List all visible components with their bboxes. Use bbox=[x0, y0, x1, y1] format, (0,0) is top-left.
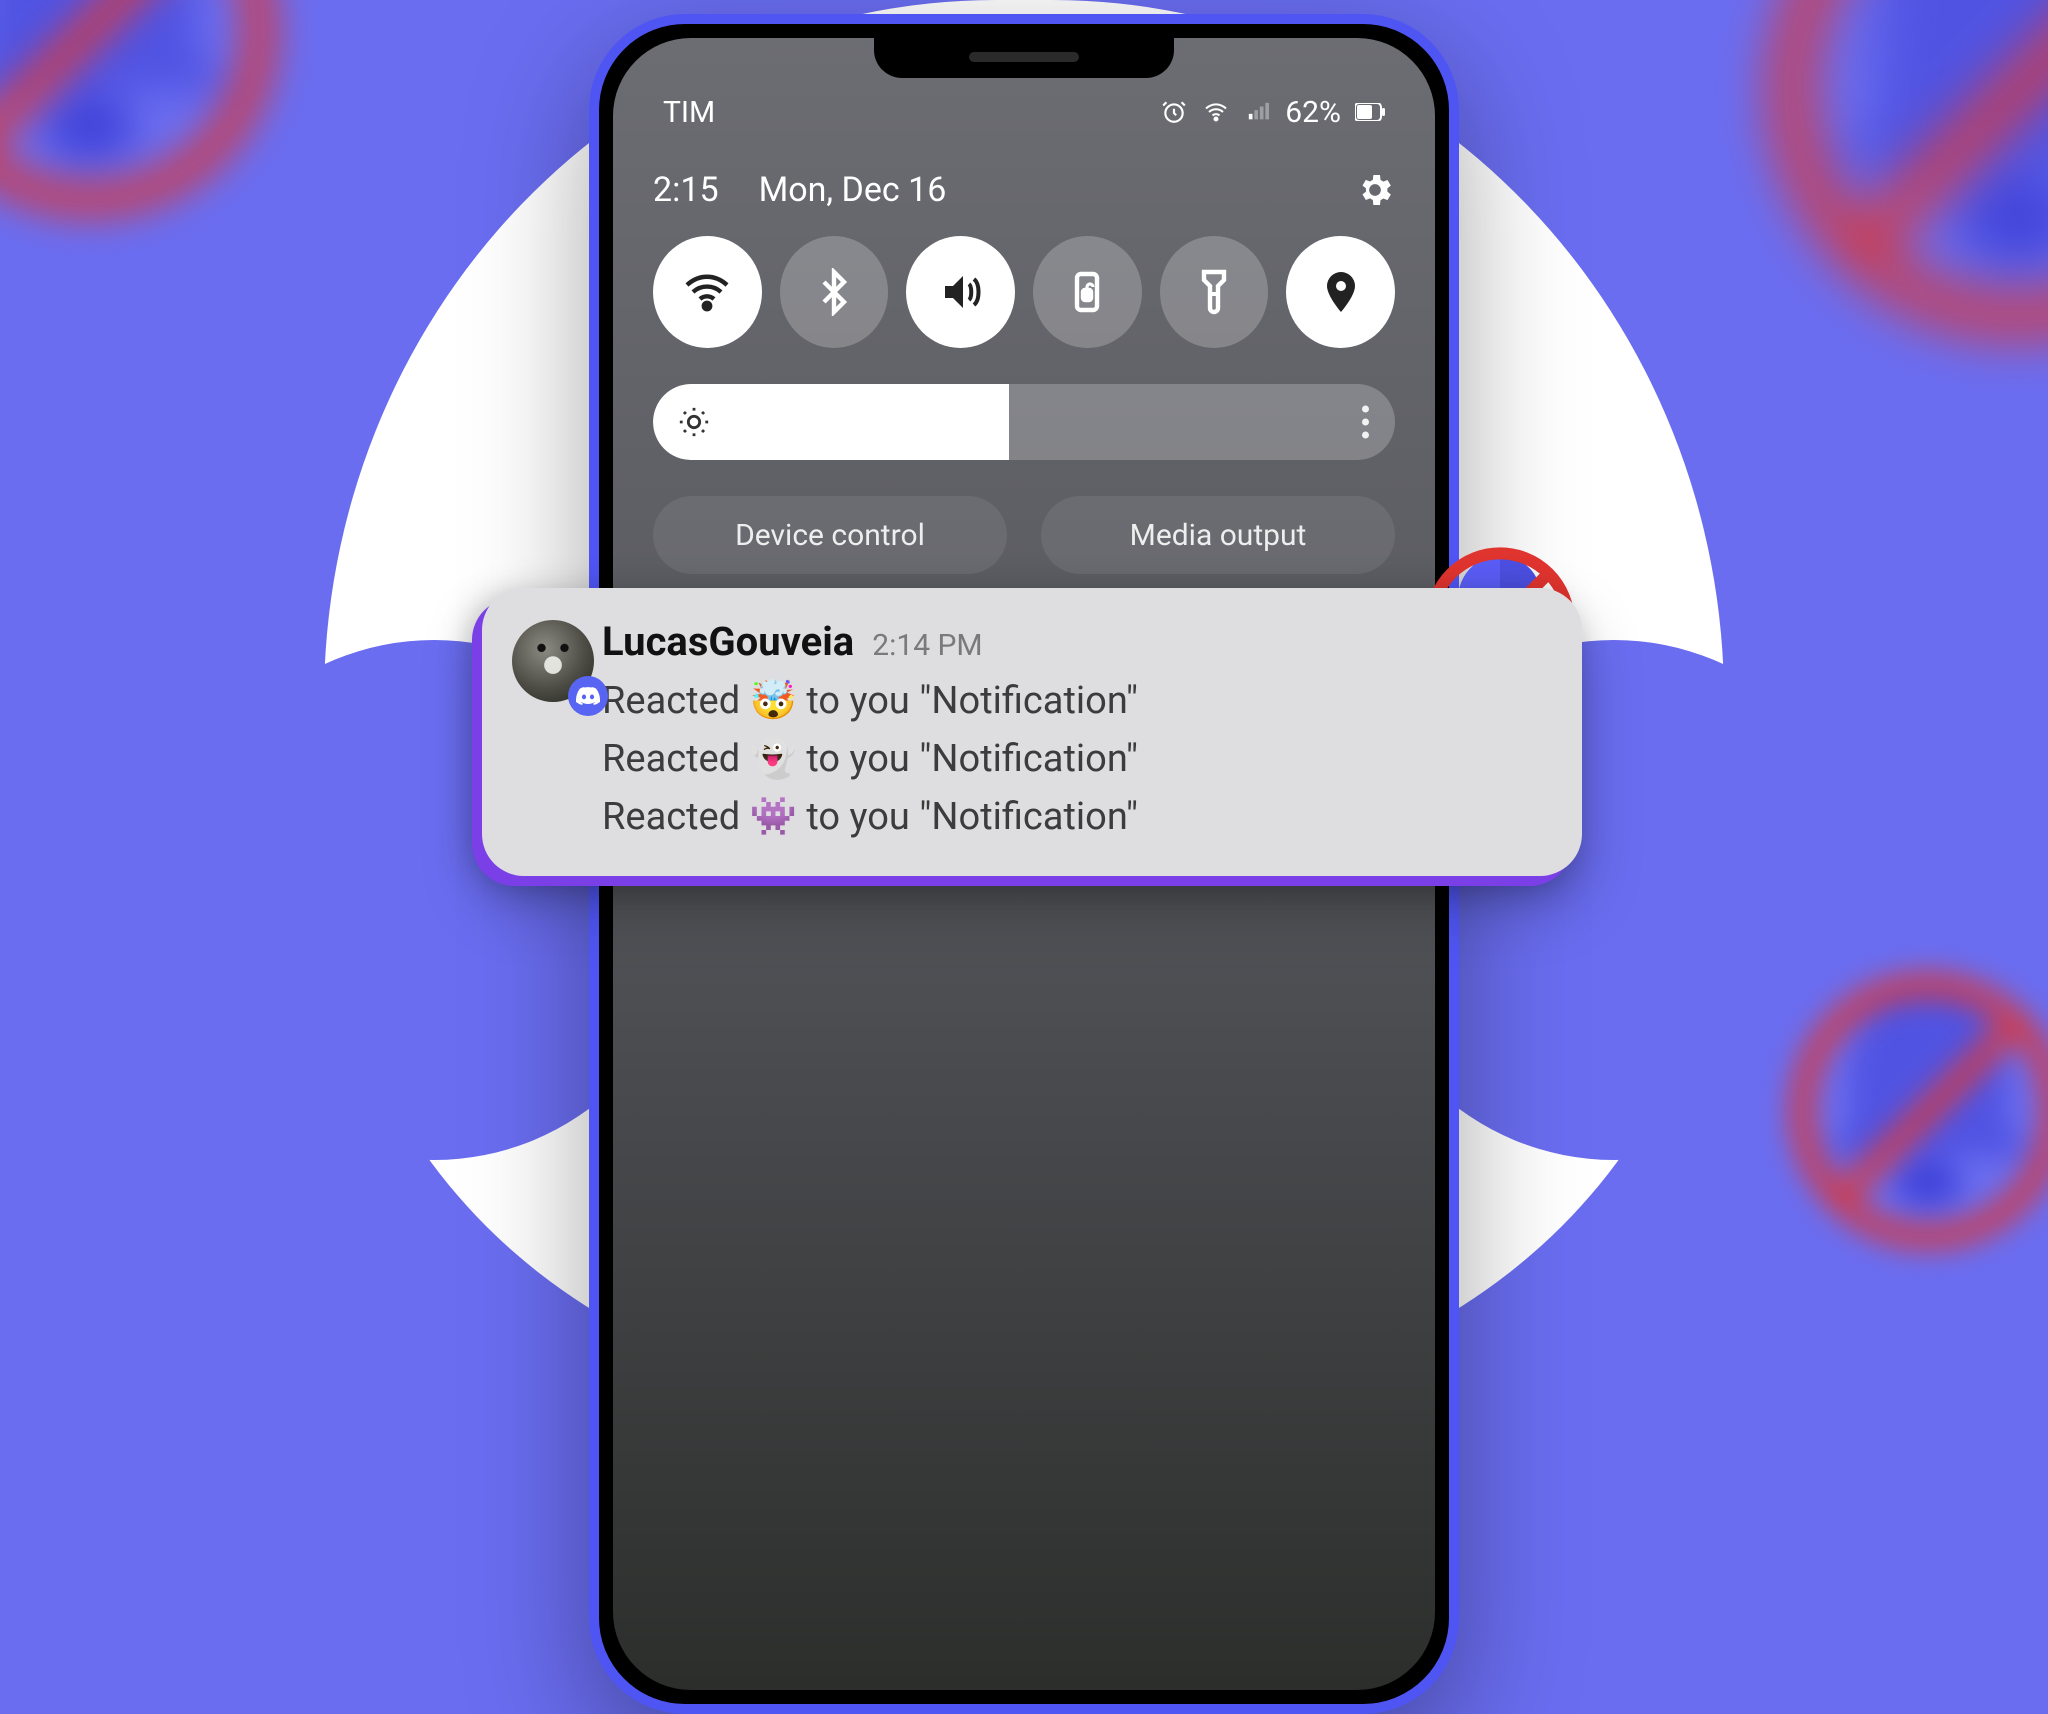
emoji-icon: 🤯 bbox=[750, 673, 797, 731]
quick-settings-panel: 2:15 Mon, Dec 16 bbox=[613, 170, 1435, 574]
muted-bell-icon bbox=[1778, 961, 2048, 1261]
battery-icon bbox=[1355, 103, 1385, 121]
muted-bell-icon bbox=[1748, 0, 2048, 360]
qs-toggle-row bbox=[653, 236, 1395, 348]
notification-line: Reacted 👾 to you "Notification" bbox=[602, 789, 1526, 847]
rotation-lock-toggle[interactable] bbox=[1033, 236, 1142, 348]
emoji-icon: 👻 bbox=[750, 731, 797, 789]
settings-button[interactable] bbox=[1355, 170, 1395, 210]
media-output-button[interactable]: Media output bbox=[1041, 496, 1395, 574]
bluetooth-toggle[interactable] bbox=[780, 236, 889, 348]
notification-user: LucasGouveia bbox=[602, 618, 854, 665]
notification-line: Reacted 🤯 to you "Notification" bbox=[602, 673, 1526, 731]
brightness-more-icon[interactable] bbox=[1362, 406, 1369, 439]
brightness-slider[interactable] bbox=[653, 384, 1395, 460]
wifi-icon bbox=[1201, 100, 1231, 124]
carrier-label: TIM bbox=[663, 95, 715, 130]
alarm-icon bbox=[1161, 99, 1187, 125]
discord-badge-icon bbox=[568, 676, 608, 716]
notification-time: 2:14 PM bbox=[872, 628, 982, 663]
notification-body: Reacted 🤯 to you "Notification" Reacted … bbox=[602, 673, 1526, 846]
illustration-stage: TIM 62% 2:15 Mon, Dec 16 bbox=[0, 0, 2048, 1151]
notification-card[interactable]: LucasGouveia 2:14 PM Reacted 🤯 to you "N… bbox=[482, 588, 1582, 876]
qs-date: Mon, Dec 16 bbox=[759, 170, 947, 210]
signal-icon bbox=[1245, 101, 1271, 123]
muted-bell-icon bbox=[0, 0, 293, 233]
status-bar: TIM 62% bbox=[613, 80, 1435, 144]
wifi-toggle[interactable] bbox=[653, 236, 762, 348]
emoji-icon: 👾 bbox=[750, 789, 797, 847]
battery-pct-label: 62% bbox=[1285, 95, 1341, 130]
flashlight-toggle[interactable] bbox=[1160, 236, 1269, 348]
brightness-icon bbox=[677, 405, 711, 439]
sound-toggle[interactable] bbox=[906, 236, 1015, 348]
qs-time: 2:15 bbox=[653, 170, 719, 210]
phone-notch bbox=[874, 38, 1174, 78]
notification-line: Reacted 👻 to you "Notification" bbox=[602, 731, 1526, 789]
device-control-button[interactable]: Device control bbox=[653, 496, 1007, 574]
location-toggle[interactable] bbox=[1286, 236, 1395, 348]
